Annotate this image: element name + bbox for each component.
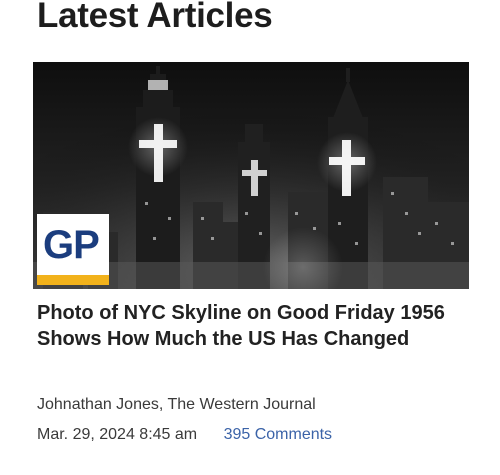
article-meta: Mar. 29, 2024 8:45 am 395 Comments [37,425,332,445]
publisher-logo: GP [37,214,109,285]
article-headline[interactable]: Photo of NYC Skyline on Good Friday 1956… [37,300,457,352]
publisher-logo-bar [37,275,109,285]
article-date: Mar. 29, 2024 8:45 am [37,426,198,443]
section-title: Latest Articles [37,0,273,35]
publisher-logo-text: GP [43,223,100,267]
page: Latest Articles GP Photo of NYC Skyline … [0,0,500,475]
article-byline: Johnathan Jones, The Western Journal [37,396,316,413]
article-card[interactable]: GP Photo of NYC Skyline on Good Friday 1… [0,60,500,475]
comments-link[interactable]: 395 Comments [224,426,333,443]
